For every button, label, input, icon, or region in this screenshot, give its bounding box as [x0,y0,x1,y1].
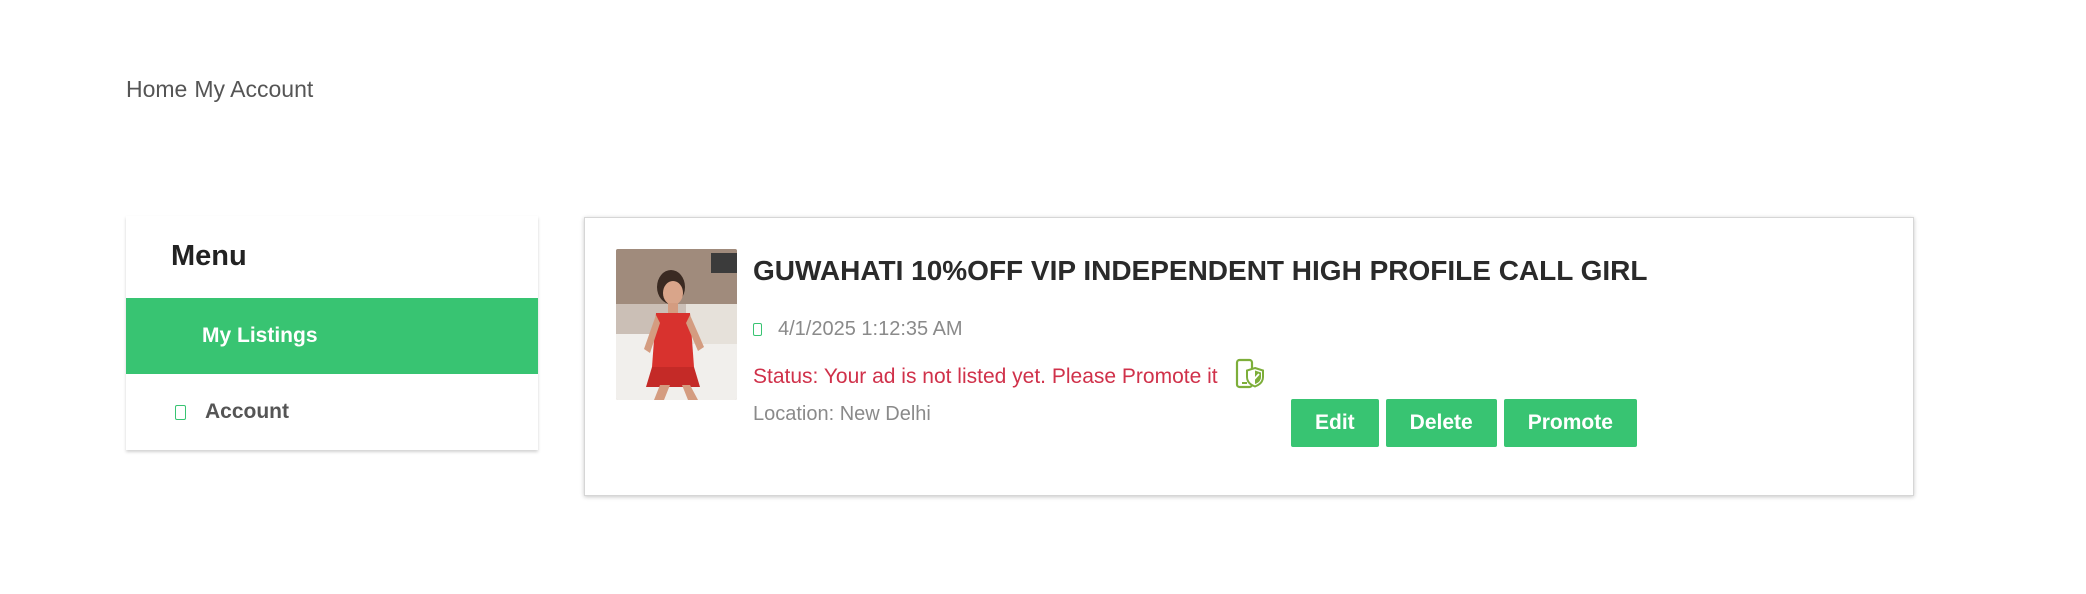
delete-button[interactable]: Delete [1385,399,1497,447]
breadcrumb-home-link[interactable]: Home [126,76,187,103]
breadcrumb: Home My Account [126,76,313,103]
sidebar-item-my-listings[interactable]: My Listings [126,298,538,374]
breadcrumb-current[interactable]: My Account [194,76,313,103]
sidebar-item-label: My Listings [202,324,318,347]
listing-card: GUWAHATI 10%OFF VIP INDEPENDENT HIGH PRO… [584,217,1914,496]
listing-thumbnail[interactable] [616,249,737,400]
sidebar-menu: Menu My Listings Account [126,216,538,450]
sidebar-item-account[interactable]: Account [126,374,538,450]
sidebar-item-label: Account [205,400,289,423]
listing-status: Status: Your ad is not listed yet. Pleas… [753,365,1218,388]
promote-phone-shield-icon[interactable] [1234,358,1266,396]
account-icon [175,404,186,420]
page: Home My Account Menu My Listings Account [0,0,2086,594]
listing-date: 4/1/2025 1:12:35 AM [778,318,963,340]
listing-location: Location: New Delhi [753,403,931,425]
edit-button[interactable]: Edit [1291,399,1379,447]
listing-actions: Edit Delete Promote [1291,399,1637,447]
listing-date-row: 4/1/2025 1:12:35 AM [753,318,963,341]
sidebar-title: Menu [171,240,247,272]
promote-button[interactable]: Promote [1503,399,1637,447]
listing-status-row: Status: Your ad is not listed yet. Pleas… [753,358,1266,396]
listing-photo-icon [616,249,737,400]
calendar-icon [753,323,762,336]
listing-title[interactable]: GUWAHATI 10%OFF VIP INDEPENDENT HIGH PRO… [753,255,1648,287]
